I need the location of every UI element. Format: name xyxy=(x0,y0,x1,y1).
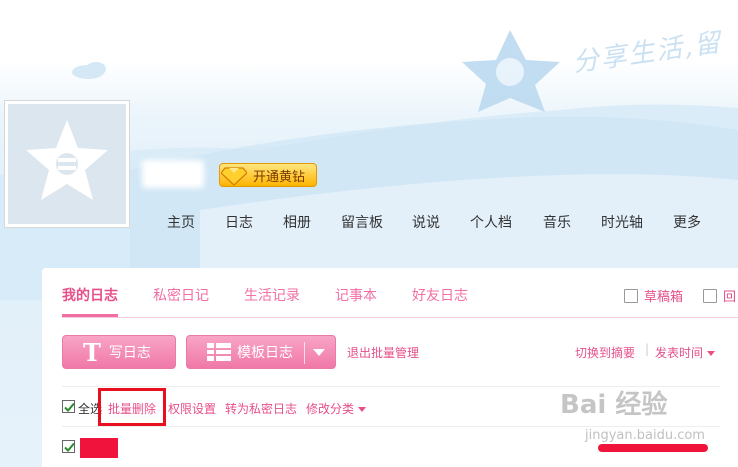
highlight-box xyxy=(98,388,166,426)
permission-settings-link[interactable]: 权限设置 xyxy=(168,400,216,417)
nav-item-album[interactable]: 相册 xyxy=(283,212,341,232)
write-blog-label: 写日志 xyxy=(108,345,151,361)
sort-label: 发表时间 xyxy=(655,346,704,360)
blog-tabs: 我的日志 私密日记 生活记录 记事本 好友日志 xyxy=(62,285,503,305)
category-caret-icon xyxy=(358,407,367,412)
sort-caret-icon xyxy=(707,351,716,356)
select-all-checkbox[interactable] xyxy=(62,400,75,413)
change-category-label: 修改分类 xyxy=(306,402,355,416)
baidu-watermark: Bai 经验 xyxy=(560,390,668,420)
tab-my-blog[interactable]: 我的日志 xyxy=(62,285,118,305)
qzone-default-avatar-icon xyxy=(26,120,108,200)
yellow-diamond-icon xyxy=(221,167,247,186)
write-icon: T xyxy=(83,337,101,367)
qzone-star-logo xyxy=(462,30,560,112)
tab-notebook[interactable]: 记事本 xyxy=(335,285,377,305)
switch-summary-link[interactable]: 切换到摘要 xyxy=(575,344,635,361)
right-tools: 草稿箱 回 xyxy=(624,286,736,305)
username-redacted xyxy=(142,160,204,188)
chevron-down-icon[interactable] xyxy=(313,349,325,356)
nav-item-blog[interactable]: 日志 xyxy=(225,212,283,232)
tabs-divider xyxy=(62,317,738,318)
tab-life-record[interactable]: 生活记录 xyxy=(244,285,300,305)
nav-item-timeline[interactable]: 时光轴 xyxy=(601,212,673,232)
vip-label: 开通黄钻 xyxy=(253,169,306,185)
to-private-link[interactable]: 转为私密日志 xyxy=(225,400,297,417)
exit-batch-manage-link[interactable]: 退出批量管理 xyxy=(347,344,419,361)
check-icon xyxy=(64,442,75,452)
tab-friend-blog[interactable]: 好友日志 xyxy=(412,285,468,305)
nav-item-talk[interactable]: 说说 xyxy=(412,212,470,232)
tab-private-diary[interactable]: 私密日记 xyxy=(153,285,209,305)
drafts-link[interactable]: 草稿箱 xyxy=(644,286,683,305)
check-icon xyxy=(64,402,75,412)
template-button-separator xyxy=(304,342,305,364)
nav-item-music[interactable]: 音乐 xyxy=(543,212,601,232)
nav-item-home[interactable]: 主页 xyxy=(167,212,225,232)
template-grid-icon xyxy=(207,343,231,361)
nav-item-profile[interactable]: 个人档 xyxy=(470,212,543,232)
row-checkbox[interactable] xyxy=(62,440,75,453)
template-blog-button[interactable]: 模板日志 xyxy=(186,335,336,369)
redacted-meta xyxy=(598,444,708,452)
drafts-icon xyxy=(624,288,638,303)
recycle-bin-link[interactable]: 回 xyxy=(723,286,736,305)
avatar[interactable] xyxy=(4,100,130,228)
change-category-dropdown[interactable]: 修改分类 xyxy=(306,400,367,417)
redacted-title xyxy=(80,438,118,458)
sort-by-time-dropdown[interactable]: 发表时间 xyxy=(655,344,716,361)
recycle-bin-icon xyxy=(703,288,718,303)
nav-item-more[interactable]: 更多 xyxy=(673,212,713,232)
open-yellow-diamond-button[interactable]: 开通黄钻 xyxy=(219,163,317,187)
row-divider xyxy=(62,426,720,427)
baidu-watermark-url: jingyan.baidu.com xyxy=(585,428,705,443)
main-nav: 主页 日志 相册 留言板 说说 个人档 音乐 时光轴 更多 xyxy=(155,212,713,232)
nav-item-guestbook[interactable]: 留言板 xyxy=(341,212,412,232)
tools-separator: | xyxy=(645,342,650,356)
template-blog-label: 模板日志 xyxy=(237,345,293,361)
write-blog-button[interactable]: T 写日志 xyxy=(62,335,176,369)
